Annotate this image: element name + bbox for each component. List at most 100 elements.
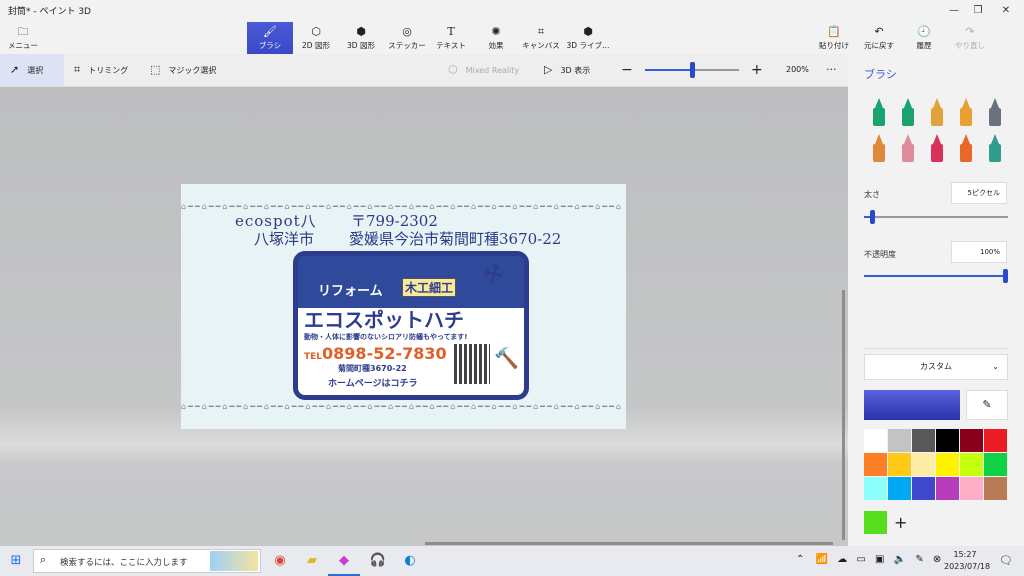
opacity-slider-thumb[interactable] <box>1003 269 1008 283</box>
tool-2d-shapes[interactable]: ⬡ 2D 図形 <box>295 22 337 54</box>
palette-swatch[interactable] <box>984 477 1007 500</box>
palette-swatch[interactable] <box>888 429 911 452</box>
volume-icon[interactable]: 🔈 <box>894 554 906 565</box>
menu-button[interactable]: 🗀 メニュー <box>6 22 40 54</box>
palette-swatch[interactable] <box>888 477 911 500</box>
palette-swatch[interactable] <box>936 429 959 452</box>
select-tool-button[interactable]: ➚ 選択 <box>0 54 64 86</box>
add-color-button[interactable]: + <box>892 511 1010 534</box>
chevron-up-icon[interactable]: ⌃ <box>796 554 804 565</box>
palette-swatch[interactable] <box>888 453 911 476</box>
palette-swatch[interactable] <box>864 429 887 452</box>
canvas-image[interactable]: ⌂━━⌂━━⌂━━⌂━━⌂━━⌂━━⌂━━⌂━━⌂━━⌂━━⌂━━⌂━━⌂━━⌂… <box>181 184 626 429</box>
marker-brush-icon[interactable] <box>870 98 888 132</box>
horizontal-scrollbar[interactable] <box>425 542 833 545</box>
custom-color-swatch[interactable] <box>864 511 887 534</box>
onedrive-icon[interactable]: ☁ <box>837 554 847 565</box>
zoom-in-button[interactable]: + <box>751 54 763 86</box>
taskbar-chrome[interactable]: ◉ <box>264 546 296 576</box>
redo-icon: ↷ <box>965 25 975 38</box>
palette-swatch[interactable] <box>912 477 935 500</box>
thickness-slider[interactable] <box>864 210 1008 224</box>
ad-title-reform: リフォーム <box>318 284 383 299</box>
taskbar: ⊞ ⌕ 検索するには、ここに入力します ◉ ▰ ◆ 🎧 ◐ ⌃ 📶 ☁ ▭ ▣ … <box>0 546 1024 576</box>
paste-button[interactable]: 📋 貼り付け <box>814 22 854 54</box>
spray-can-brush-icon[interactable] <box>957 134 975 168</box>
tool-effects[interactable]: ✺ 効果 <box>478 22 514 54</box>
menu-folder-icon: 🗀 <box>17 25 29 38</box>
zoom-slider-thumb[interactable] <box>690 62 695 78</box>
fill-brush-icon[interactable] <box>986 134 1004 168</box>
network-icon[interactable]: 📶 <box>816 554 828 565</box>
vertical-scrollbar[interactable] <box>842 290 845 540</box>
search-box[interactable]: ⌕ 検索するには、ここに入力します <box>33 549 261 573</box>
pen-icon[interactable]: ✎ <box>915 554 923 565</box>
status-icon[interactable]: ⊗ <box>933 554 941 565</box>
crayon-brush-icon[interactable] <box>928 134 946 168</box>
restore-button[interactable]: ❐ <box>966 2 990 20</box>
magic-select-button[interactable]: ⬚ マジック選択 <box>150 54 216 86</box>
library-3d-icon: ⬢ <box>583 25 593 38</box>
mixed-reality-button[interactable]: ⬡ Mixed Reality <box>448 54 519 86</box>
eraser-brush-icon[interactable] <box>899 134 917 168</box>
tool-brushes[interactable]: 🖌 ブラシ <box>247 22 293 54</box>
palette-swatch[interactable] <box>936 477 959 500</box>
current-color-swatch[interactable] <box>864 390 960 420</box>
battery-icon[interactable]: ▭ <box>856 554 865 565</box>
view3d-label: 3D 表示 <box>560 66 591 75</box>
view-3d-button[interactable]: ▷ 3D 表示 <box>544 54 590 86</box>
palette-swatch[interactable] <box>912 453 935 476</box>
minimize-button[interactable]: — <box>942 2 966 20</box>
oil-brush-icon[interactable] <box>928 98 946 132</box>
tool-canvas[interactable]: ⌗ キャンバス <box>518 22 564 54</box>
tool-3d-library[interactable]: ⬢ 3D ライブ… <box>566 22 610 54</box>
calligraphy-pen-brush-icon[interactable] <box>899 98 917 132</box>
start-button[interactable]: ⊞ <box>0 546 32 576</box>
pixel-pen-brush-icon[interactable] <box>986 98 1004 132</box>
watercolor-brush-icon[interactable] <box>957 98 975 132</box>
palette-swatch[interactable] <box>864 477 887 500</box>
tool-stickers[interactable]: ◎ ステッカー <box>386 22 428 54</box>
taskbar-edge[interactable]: ◐ <box>394 546 426 576</box>
history-button[interactable]: 🕘 履歴 <box>906 22 942 54</box>
opacity-label: 不透明度 <box>864 250 896 259</box>
zoom-level[interactable]: 200% <box>786 54 809 86</box>
taskbar-headphones-app[interactable]: 🎧 <box>362 546 394 576</box>
redo-button[interactable]: ↷ やり直し <box>950 22 990 54</box>
clock-time: 15:27 <box>953 550 977 559</box>
eyedropper-button[interactable]: ✎ <box>966 390 1008 420</box>
palette-swatch[interactable] <box>936 453 959 476</box>
zoom-out-button[interactable]: − <box>621 54 633 86</box>
palette-swatch[interactable] <box>864 453 887 476</box>
palette-swatch[interactable] <box>984 429 1007 452</box>
clock[interactable]: 15:27 2023/07/18 <box>944 549 990 573</box>
palette-swatch[interactable] <box>912 429 935 452</box>
thickness-slider-thumb[interactable] <box>870 210 875 224</box>
notifications-button[interactable]: 🗨 <box>990 546 1022 576</box>
opacity-input[interactable]: 100% <box>951 241 1007 263</box>
palette-swatch[interactable] <box>960 477 983 500</box>
palette-swatch[interactable] <box>960 453 983 476</box>
color-mode-dropdown[interactable]: カスタム ⌄ <box>864 354 1008 380</box>
trim-button[interactable]: ⌗ トリミング <box>74 54 128 86</box>
palette-swatch[interactable] <box>960 429 983 452</box>
close-button[interactable]: ✕ <box>994 2 1018 20</box>
taskbar-explorer[interactable]: ▰ <box>296 546 328 576</box>
tool-text[interactable]: T テキスト <box>432 22 470 54</box>
edge-icon: ◐ <box>404 553 416 568</box>
plus-icon: + <box>751 62 763 78</box>
more-options-button[interactable]: ··· <box>826 54 837 86</box>
tool-label: 2D 図形 <box>302 41 330 50</box>
thickness-input[interactable]: 5ピクセル <box>951 182 1007 204</box>
headphones-icon: 🎧 <box>369 553 387 568</box>
palette-swatch[interactable] <box>984 453 1007 476</box>
taskbar-paint3d[interactable]: ◆ <box>328 546 360 576</box>
zoom-slider-track[interactable] <box>645 62 739 78</box>
pencil-brush-icon[interactable] <box>870 134 888 168</box>
paste-icon: 📋 <box>827 25 841 38</box>
tool-3d-shapes[interactable]: ⬢ 3D 図形 <box>340 22 382 54</box>
display-icon[interactable]: ▣ <box>875 554 884 565</box>
ad-tag: 木工細工 <box>402 278 457 297</box>
opacity-slider[interactable] <box>864 269 1008 283</box>
undo-button[interactable]: ↶ 元に戻す <box>860 22 898 54</box>
